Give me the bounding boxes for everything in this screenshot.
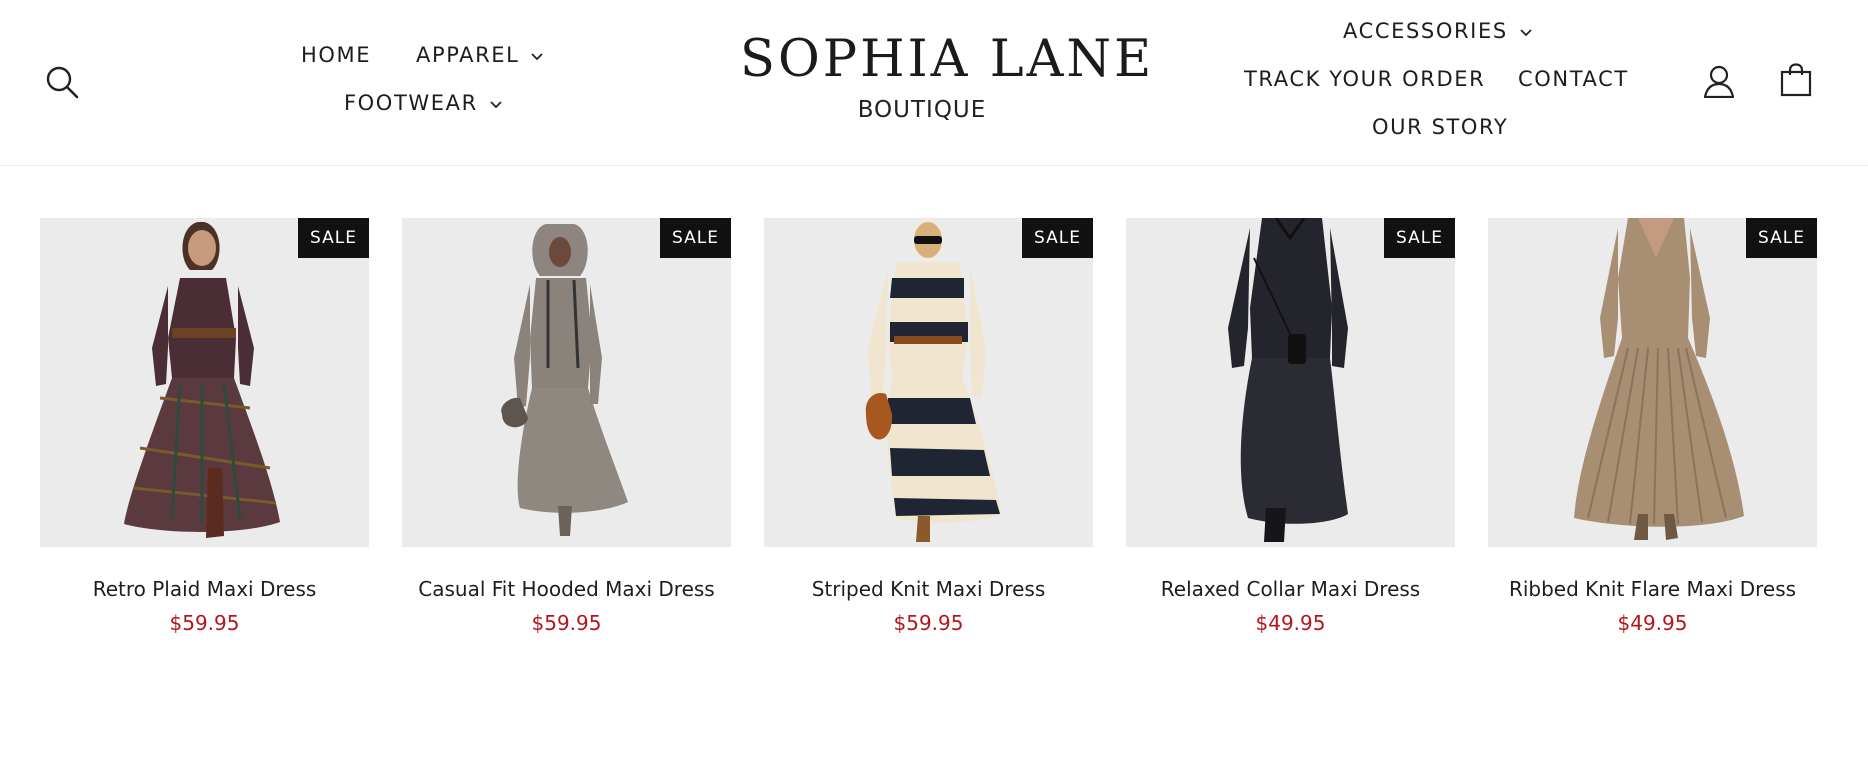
product-price: $59.95 — [531, 611, 602, 635]
sale-badge: SALE — [1022, 218, 1093, 258]
brand-subtitle: BOUTIQUE — [857, 97, 987, 123]
nav-contact-label: CONTACT — [1518, 67, 1629, 91]
account-button[interactable] — [1700, 62, 1738, 100]
nav-home-label: HOME — [301, 43, 372, 67]
sale-badge: SALE — [1746, 218, 1817, 258]
search-button[interactable] — [42, 62, 82, 102]
cart-button[interactable] — [1776, 60, 1816, 100]
product-price: $49.95 — [1617, 611, 1688, 635]
product-image[interactable]: SALE — [402, 218, 731, 547]
nav-accessories-label: ACCESSORIES — [1343, 19, 1508, 43]
ribbed-flare-dress-photo — [1574, 218, 1744, 540]
nav-home[interactable]: HOME — [301, 45, 371, 66]
nav-footwear[interactable]: FOOTWEAR — [344, 93, 504, 114]
nav-our-story[interactable]: OUR STORY — [1372, 117, 1508, 138]
product-image[interactable]: SALE — [1126, 218, 1455, 547]
site-header: HOME APPAREL FOOTWEAR SOPHIA LANE BOUTIQ… — [0, 0, 1868, 166]
nav-accessories[interactable]: ACCESSORIES — [1343, 21, 1534, 42]
nav-apparel[interactable]: APPAREL — [416, 45, 545, 66]
product-grid: SALE Retro Plaid Maxi Dress $59.95 SALE … — [40, 218, 1818, 638]
product-title[interactable]: Ribbed Knit Flare Maxi Dress — [1488, 577, 1817, 601]
product-image[interactable]: SALE — [764, 218, 1093, 547]
brand-name: SOPHIA LANE — [740, 30, 1155, 89]
nav-track-order-label: TRACK YOUR ORDER — [1244, 67, 1486, 91]
sale-badge: SALE — [660, 218, 731, 258]
product-title[interactable]: Casual Fit Hooded Maxi Dress — [402, 577, 731, 601]
nav-track-order[interactable]: TRACK YOUR ORDER — [1244, 69, 1485, 90]
product-card[interactable]: SALE Casual Fit Hooded Maxi Dress $59.95 — [402, 218, 731, 635]
product-price: $59.95 — [893, 611, 964, 635]
product-card[interactable]: SALE Retro Plaid Maxi Dress $59.95 — [40, 218, 369, 635]
nav-contact[interactable]: CONTACT — [1518, 69, 1629, 90]
chevron-down-icon — [1520, 28, 1532, 36]
product-image[interactable]: SALE — [1488, 218, 1817, 547]
product-title[interactable]: Retro Plaid Maxi Dress — [40, 577, 369, 601]
product-title[interactable]: Striped Knit Maxi Dress — [764, 577, 1093, 601]
plaid-maxi-dress-photo — [124, 222, 280, 538]
hooded-maxi-dress-photo — [501, 224, 628, 536]
product-card[interactable]: SALE Ribbed Knit Flare Maxi Dress $49.95 — [1488, 218, 1817, 635]
striped-knit-dress-photo — [865, 222, 1002, 542]
product-price: $59.95 — [169, 611, 240, 635]
user-icon — [1703, 65, 1735, 98]
product-image[interactable]: SALE — [40, 218, 369, 547]
sale-badge: SALE — [1384, 218, 1455, 258]
shopping-bag-icon — [1780, 63, 1812, 97]
nav-apparel-label: APPAREL — [416, 43, 520, 67]
chevron-down-icon — [490, 100, 502, 108]
brand-logo[interactable]: SOPHIA LANE BOUTIQUE — [740, 30, 1155, 123]
collar-maxi-dress-photo — [1228, 218, 1348, 542]
sale-badge: SALE — [298, 218, 369, 258]
nav-our-story-label: OUR STORY — [1372, 115, 1509, 139]
product-card[interactable]: SALE Relaxed Collar Maxi Dress $49.95 — [1126, 218, 1455, 635]
nav-footwear-label: FOOTWEAR — [344, 91, 478, 115]
product-card[interactable]: SALE Striped Knit Maxi Dress $59.95 — [764, 218, 1093, 635]
product-title[interactable]: Relaxed Collar Maxi Dress — [1126, 577, 1455, 601]
chevron-down-icon — [531, 52, 544, 60]
search-icon — [46, 66, 79, 99]
product-price: $49.95 — [1255, 611, 1326, 635]
